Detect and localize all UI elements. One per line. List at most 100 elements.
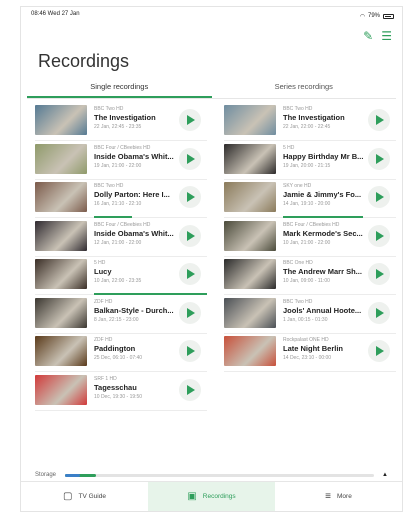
recording-thumbnail[interactable] <box>224 220 276 251</box>
nav-tv-guide[interactable]: ▢ TV Guide <box>21 482 148 511</box>
recording-card[interactable]: BBC Two HD The Investigation 22 Jan, 22:45… <box>35 103 207 141</box>
play-icon[interactable] <box>368 340 390 362</box>
recording-item[interactable]: 5 HD Happy Birthday Mr B... 19 Jan, 20:00 … <box>224 142 396 181</box>
recording-time: 12 Jan, 21:00 - 22:00 <box>94 239 142 246</box>
recording-card[interactable]: ZDF HD Balkan-Style - Durch... 8 Jan, 22:1… <box>35 296 207 334</box>
play-icon[interactable] <box>368 263 390 285</box>
recording-item[interactable]: BBC Two HD The Investigation 22 Jan, 22:45… <box>35 103 207 142</box>
recording-thumbnail[interactable] <box>224 182 276 212</box>
recording-item[interactable]: BBC Four / CBeebies HD Mark Kermode's Sec… <box>224 219 396 258</box>
recording-card[interactable]: ZDF HD Paddington 25 Dec, 06:10 - 07:40 <box>35 334 207 372</box>
play-icon[interactable] <box>368 186 390 208</box>
recording-meta: ZDF HD Paddington 25 Dec, 06:10 - 07:40 <box>94 337 178 362</box>
recording-item[interactable]: ZDF HD Paddington 25 Dec, 06:10 - 07:40 <box>35 334 207 373</box>
play-icon[interactable] <box>368 301 390 324</box>
nav-more-label: More <box>337 493 352 500</box>
tab-single-recordings[interactable]: Single recordings <box>27 77 212 98</box>
recording-title: Tagesschau <box>94 382 137 392</box>
recording-meta: BBC Four / CBeebies HD Inside Obama's Whi… <box>94 145 178 170</box>
recording-item[interactable]: 5 HD Lucy 10 Jan, 22:00 - 23:35 <box>35 257 207 296</box>
recording-thumbnail[interactable] <box>35 259 87 289</box>
recording-thumbnail[interactable] <box>224 143 276 174</box>
play-icon[interactable] <box>368 147 390 170</box>
recording-card[interactable]: SRF 1 HD Tagesschau 10 Dec, 19:30 - 19:50 <box>35 373 207 411</box>
recording-time: 10 Dec, 19:30 - 19:50 <box>94 393 143 400</box>
play-icon[interactable] <box>179 263 201 285</box>
recording-card[interactable]: BBC Two HD Dolly Parton: Here I... 16 Jan,… <box>35 180 207 218</box>
recording-card[interactable]: BBC Four / CBeebies HD Mark Kermode's Sec… <box>224 219 396 257</box>
page-title: Recordings <box>38 51 130 71</box>
recording-meta: Rockpalast ONE HD Late Night Berlin 14 Dec… <box>283 337 367 362</box>
recording-meta: BBC Two HD Jools' Annual Hoote... 1 Jan, 0… <box>283 299 367 324</box>
tab-series-recordings[interactable]: Series recordings <box>212 77 397 98</box>
recording-thumbnail[interactable] <box>224 336 276 366</box>
recording-meta: 5 HD Happy Birthday Mr B... 19 Jan, 20:00 … <box>283 145 367 170</box>
recording-meta: SKY one HD Jamie & Jimmy's Fo... 14 Jan, 1… <box>283 183 367 208</box>
recording-meta: BBC One HD The Andrew Marr Sh... 10 Jan, 0… <box>283 260 367 285</box>
recording-card[interactable]: 5 HD Happy Birthday Mr B... 19 Jan, 20:00 … <box>224 142 396 180</box>
recording-time: 14 Jan, 19:10 - 20:00 <box>283 201 331 207</box>
recording-item[interactable]: BBC Four / CBeebies HD Inside Obama's Whi… <box>35 142 207 181</box>
play-icon[interactable] <box>179 301 201 324</box>
storage-indicator: Storage ▲ <box>35 469 388 481</box>
recording-thumbnail[interactable] <box>35 336 87 366</box>
recording-thumbnail[interactable] <box>224 105 276 135</box>
recording-item[interactable]: BBC Four / CBeebies HD Inside Obama's Whi… <box>35 219 207 258</box>
play-icon[interactable] <box>179 109 201 131</box>
recording-thumbnail[interactable] <box>35 143 87 174</box>
recording-thumbnail[interactable] <box>35 182 87 212</box>
nav-more[interactable]: ≡ More <box>275 482 402 511</box>
pencil-icon[interactable]: ✎ <box>363 29 373 43</box>
recording-channel: SRF 1 HD <box>94 375 117 382</box>
recording-time: 10 Jan, 22:00 - 23:35 <box>94 278 142 284</box>
storage-label: Storage <box>35 472 57 478</box>
recording-time: 25 Dec, 06:10 - 07:40 <box>94 355 143 361</box>
recording-thumbnail[interactable] <box>224 297 276 328</box>
recording-time: 10 Jan, 21:00 - 22:00 <box>283 239 331 246</box>
recording-title: The Andrew Marr Sh... <box>283 267 362 276</box>
recording-card[interactable]: 5 HD Lucy 10 Jan, 22:00 - 23:35 <box>35 257 207 295</box>
caret-up-icon[interactable]: ▲ <box>382 472 388 478</box>
recording-thumbnail[interactable] <box>35 297 87 328</box>
recording-title: The Investigation <box>94 113 156 122</box>
recording-thumbnail[interactable] <box>35 220 87 251</box>
recording-channel: 5 HD <box>94 260 106 266</box>
recording-title: Jools' Annual Hoote... <box>283 305 362 315</box>
recording-card[interactable]: BBC Two HD Jools' Annual Hoote... 1 Jan, 0… <box>224 296 396 334</box>
play-icon[interactable] <box>179 378 201 401</box>
recording-item[interactable]: BBC Two HD Jools' Annual Hoote... 1 Jan, 0… <box>224 296 396 335</box>
storage-fill-secondary <box>65 473 81 477</box>
recording-card[interactable]: Rockpalast ONE HD Late Night Berlin 14 Dec… <box>224 334 396 372</box>
recording-item[interactable]: ZDF HD Balkan-Style - Durch... 8 Jan, 22:1… <box>35 296 207 335</box>
recording-thumbnail[interactable] <box>35 374 87 405</box>
recording-item[interactable]: BBC One HD The Andrew Marr Sh... 10 Jan, 0… <box>224 257 396 296</box>
recordings-tabs: Single recordings Series recordings <box>27 77 396 99</box>
play-icon[interactable] <box>368 224 390 247</box>
play-icon[interactable] <box>179 340 201 362</box>
recording-card[interactable]: BBC One HD The Andrew Marr Sh... 10 Jan, 0… <box>224 257 396 295</box>
recording-item[interactable]: BBC Two HD Dolly Parton: Here I... 16 Jan,… <box>35 180 207 219</box>
recording-card[interactable]: SKY one HD Jamie & Jimmy's Fo... 14 Jan, 1… <box>224 180 396 218</box>
status-bar: 08:46 Wed 27 Jan ◠ 79% <box>31 11 394 21</box>
sliders-icon[interactable]: ☰ <box>381 29 392 43</box>
recording-time: 16 Jan, 21:10 - 22:10 <box>94 201 142 207</box>
play-icon[interactable] <box>179 224 201 247</box>
recording-card[interactable]: BBC Two HD The Investigation 22 Jan, 22:00… <box>224 103 396 141</box>
recording-channel: BBC Two HD <box>94 106 124 112</box>
recording-item[interactable]: SRF 1 HD Tagesschau 10 Dec, 19:30 - 19:50 <box>35 373 207 412</box>
play-icon[interactable] <box>179 186 201 208</box>
play-icon[interactable] <box>179 147 201 170</box>
recording-time: 19 Jan, 21:00 - 22:00 <box>94 162 142 169</box>
recording-channel: BBC Four / CBeebies HD <box>94 221 151 228</box>
nav-recordings[interactable]: ▣ Recordings <box>148 482 275 511</box>
recording-item[interactable]: BBC Two HD The Investigation 22 Jan, 22:00… <box>224 103 396 142</box>
play-icon[interactable] <box>368 109 390 131</box>
recording-card[interactable]: BBC Four / CBeebies HD Inside Obama's Whi… <box>35 142 207 180</box>
recording-card[interactable]: BBC Four / CBeebies HD Inside Obama's Whi… <box>35 219 207 257</box>
recording-item[interactable]: Rockpalast ONE HD Late Night Berlin 14 Dec… <box>224 334 396 373</box>
recording-item[interactable]: SKY one HD Jamie & Jimmy's Fo... 14 Jan, 1… <box>224 180 396 219</box>
recording-thumbnail[interactable] <box>35 105 87 135</box>
recording-title: Paddington <box>94 344 136 353</box>
recording-thumbnail[interactable] <box>224 259 276 289</box>
battery-icon <box>383 13 394 19</box>
